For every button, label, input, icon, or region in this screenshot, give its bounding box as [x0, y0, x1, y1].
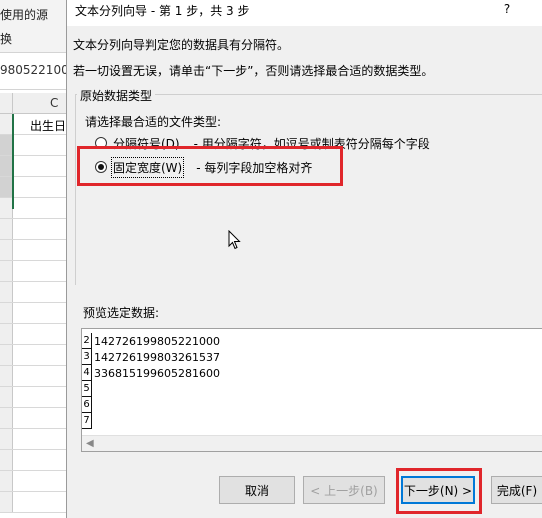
cell-text: 出生日 — [30, 119, 67, 133]
mouse-cursor-icon — [228, 229, 242, 253]
horizontal-scrollbar[interactable]: ◀ — [82, 435, 542, 451]
row-header[interactable] — [0, 492, 13, 512]
highlight-box-fixed-width — [77, 146, 343, 186]
spreadsheet-grid: C 出生日 — [0, 93, 66, 518]
table-row — [0, 429, 66, 450]
preview-row: 7 — [82, 413, 94, 429]
preview-row: 3 142726199803261537 — [82, 349, 220, 365]
table-row — [0, 240, 66, 261]
highlight-box-next-button — [396, 468, 482, 514]
dialog-title: 文本分列向导 - 第 1 步，共 3 步 — [75, 4, 250, 18]
table-row — [0, 303, 66, 324]
preview-row-number: 4 — [82, 365, 92, 381]
table-row — [0, 324, 66, 345]
help-button[interactable]: ? — [497, 2, 517, 22]
table-row: 出生日 — [0, 114, 66, 135]
preview-row-number: 5 — [82, 381, 92, 397]
table-row — [0, 345, 66, 366]
ribbon-text[interactable]: 换 — [0, 30, 12, 47]
choose-file-type-label: 请选择最合适的文件类型: — [85, 115, 222, 129]
table-row — [0, 282, 66, 303]
preview-row-text: 142726199805221000 — [94, 334, 220, 348]
group-title: 原始数据类型 — [77, 87, 156, 104]
formula-value: 9805221000 — [0, 63, 77, 77]
table-row — [0, 261, 66, 282]
preview-row-number: 2 — [82, 333, 92, 349]
text-import-wizard-dialog: 文本分列向导 - 第 1 步，共 3 步 ? 文本分列向导判定您的数据具有分隔符… — [66, 0, 542, 518]
ribbon-text[interactable]: 使用的源 — [0, 6, 48, 23]
table-row — [0, 387, 66, 408]
intro-instruction: 若一切设置无误，请单击“下一步”，否则请选择最合适的数据类型。 — [73, 64, 434, 78]
row-header[interactable] — [0, 408, 13, 428]
preview-label: 预览选定数据: — [83, 306, 160, 320]
row-header[interactable] — [0, 324, 13, 344]
preview-row-number: 7 — [82, 413, 92, 429]
table-row — [0, 471, 66, 492]
preview-row-text: 142726199803261537 — [94, 350, 220, 364]
row-header[interactable] — [0, 261, 13, 281]
table-row — [0, 198, 66, 219]
table-row — [0, 219, 66, 240]
row-header[interactable] — [0, 429, 13, 449]
row-header[interactable] — [0, 303, 13, 323]
row-header[interactable] — [0, 345, 13, 365]
table-row — [0, 450, 66, 471]
table-row — [0, 177, 66, 198]
cell[interactable] — [13, 135, 67, 155]
finish-button[interactable]: 完成(F) — [491, 476, 542, 504]
column-header-c[interactable]: C — [50, 96, 58, 110]
preview-row-text: 336815199605281600 — [94, 366, 220, 380]
row-header[interactable] — [0, 471, 13, 491]
cell[interactable]: 出生日 — [13, 114, 67, 134]
excel-ribbon: 使用的源 换 — [0, 0, 66, 53]
table-row — [0, 135, 66, 156]
preview-row: 6 — [82, 397, 94, 413]
formula-bar[interactable]: 9805221000 — [0, 53, 76, 90]
row-header[interactable] — [0, 450, 13, 470]
column-header-row: C — [0, 93, 66, 114]
preview-box[interactable]: 2 142726199805221000 3 14272619980326153… — [81, 328, 542, 452]
table-row — [0, 366, 66, 387]
row-header[interactable] — [0, 219, 13, 239]
table-row — [0, 408, 66, 429]
preview-row: 4 336815199605281600 — [82, 365, 220, 381]
table-row — [0, 492, 66, 513]
preview-row: 5 — [82, 381, 94, 397]
row-header[interactable] — [0, 240, 13, 260]
row-header[interactable] — [0, 387, 13, 407]
selection-border — [12, 114, 14, 209]
intro-text: 文本分列向导判定您的数据具有分隔符。 — [73, 38, 290, 52]
preview-row-number: 3 — [82, 349, 92, 365]
row-header[interactable] — [0, 366, 13, 386]
preview-row: 2 142726199805221000 — [82, 333, 220, 349]
preview-row-number: 6 — [82, 397, 92, 413]
column-divider — [12, 93, 13, 113]
cancel-button[interactable]: 取消 — [219, 476, 295, 504]
row-header[interactable] — [0, 282, 13, 302]
table-row — [0, 156, 66, 177]
scroll-left-icon[interactable]: ◀ — [86, 438, 94, 449]
back-button[interactable]: < 上一步(B) — [303, 476, 385, 504]
cell[interactable] — [13, 177, 67, 197]
cell[interactable] — [13, 156, 67, 176]
dialog-titlebar[interactable]: 文本分列向导 - 第 1 步，共 3 步 ? — [67, 0, 542, 26]
